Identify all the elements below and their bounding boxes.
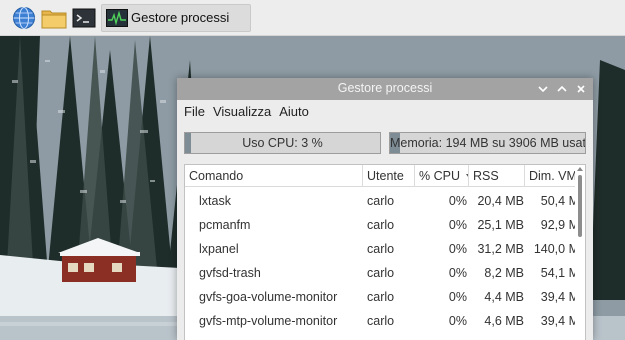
- column-header-cpu[interactable]: % CPU: [415, 165, 469, 187]
- globe-icon: [13, 6, 35, 29]
- chevron-up-icon: [556, 85, 567, 92]
- table-row[interactable]: gvfs-goa-volume-monitor carlo 0% 4,4 MB 39,4…: [185, 285, 579, 309]
- folder-icon: [41, 10, 67, 28]
- cell-command: gvfs-goa-volume-monitor: [199, 290, 338, 304]
- cell-user: carlo: [367, 314, 395, 328]
- cell-user: carlo: [367, 266, 395, 280]
- menu-file[interactable]: File: [184, 104, 205, 119]
- cell-cpu: 0%: [448, 218, 467, 232]
- cell-command: lxtask: [199, 194, 231, 208]
- column-header-command[interactable]: Comando: [185, 165, 363, 187]
- terminal-launcher[interactable]: [71, 5, 97, 31]
- window-title: Gestore processi: [337, 81, 433, 95]
- minimize-button[interactable]: [536, 82, 549, 95]
- column-header-label: % CPU: [419, 169, 460, 183]
- cpu-usage-label: Uso CPU: 3 %: [242, 136, 323, 150]
- column-header-label: Comando: [189, 169, 244, 183]
- menu-help[interactable]: Aiuto: [279, 104, 309, 119]
- column-header-label: RSS: [473, 169, 499, 183]
- cell-rss: 31,2 MB: [477, 242, 524, 256]
- cell-cpu: 0%: [448, 266, 467, 280]
- cell-cpu: 0%: [448, 290, 467, 304]
- cell-rss: 4,6 MB: [484, 314, 524, 328]
- menu-view[interactable]: Visualizza: [213, 104, 271, 119]
- cell-vm-size: 92,9 M: [540, 218, 579, 232]
- cell-rss: 8,2 MB: [484, 266, 524, 280]
- cell-command: gvfs-mtp-volume-monitor: [199, 314, 338, 328]
- task-button-task-manager[interactable]: Gestore processi: [101, 3, 251, 32]
- web-browser-launcher[interactable]: [11, 5, 37, 31]
- cpu-usage-meter: Uso CPU: 3 %: [184, 132, 381, 154]
- table-row[interactable]: gvfs-mtp-volume-monitor carlo 0% 4,6 MB 39,4…: [185, 309, 579, 333]
- close-button[interactable]: [574, 82, 587, 95]
- cell-vm-size: 54,1 M: [540, 266, 579, 280]
- window-titlebar[interactable]: Gestore processi: [177, 78, 593, 100]
- scroll-up-arrow-icon[interactable]: [577, 167, 583, 171]
- cell-command: pcmanfm: [199, 218, 251, 232]
- cell-vm-size: 50,4 M: [540, 194, 579, 208]
- cell-vm-size: 140,0 M: [533, 242, 579, 256]
- cell-vm-size: 39,4 M: [540, 314, 579, 328]
- window-controls: [536, 82, 587, 95]
- maximize-button[interactable]: [555, 82, 568, 95]
- table-header: Comando Utente % CPU RSS Dim. VM: [185, 165, 585, 187]
- column-header-label: Utente: [367, 169, 404, 183]
- cell-command: lxpanel: [199, 242, 239, 256]
- chevron-down-icon: [537, 85, 548, 92]
- table-row[interactable]: pcmanfm carlo 0% 25,1 MB 92,9 M: [185, 213, 579, 237]
- column-header-label: Dim. VM: [529, 169, 577, 183]
- cell-vm-size: 39,4 M: [540, 290, 579, 304]
- cell-rss: 4,4 MB: [484, 290, 524, 304]
- task-button-label: Gestore processi: [131, 10, 230, 25]
- file-manager-launcher[interactable]: [41, 5, 67, 31]
- taskbar: Gestore processi: [0, 0, 625, 36]
- table-row[interactable]: gvfsd-trash carlo 0% 8,2 MB 54,1 M: [185, 261, 579, 285]
- cell-rss: 25,1 MB: [477, 218, 524, 232]
- task-manager-window: Gestore processi File Visualizza Aiuto U…: [177, 78, 593, 340]
- cell-user: carlo: [367, 194, 395, 208]
- table-row[interactable]: lxtask carlo 0% 20,4 MB 50,4 M: [185, 189, 579, 213]
- column-header-vm-size[interactable]: Dim. VM: [525, 165, 579, 187]
- cell-rss: 20,4 MB: [477, 194, 524, 208]
- table-row[interactable]: lxpanel carlo 0% 31,2 MB 140,0 M: [185, 237, 579, 261]
- close-icon: [576, 84, 585, 93]
- terminal-icon: [72, 8, 96, 27]
- task-manager-icon: [106, 8, 128, 27]
- usage-meters: Uso CPU: 3 % Memoria: 194 MB su 3906 MB …: [184, 132, 586, 154]
- menu-bar: File Visualizza Aiuto: [177, 100, 593, 122]
- cell-user: carlo: [367, 218, 395, 232]
- cell-user: carlo: [367, 242, 395, 256]
- cell-cpu: 0%: [448, 242, 467, 256]
- cell-cpu: 0%: [448, 314, 467, 328]
- cell-user: carlo: [367, 290, 395, 304]
- memory-usage-meter: Memoria: 194 MB su 3906 MB usati: [389, 132, 586, 154]
- memory-usage-label: Memoria: 194 MB su 3906 MB usati: [390, 136, 586, 150]
- cell-cpu: 0%: [448, 194, 467, 208]
- vertical-scrollbar[interactable]: [575, 165, 585, 340]
- cell-command: gvfsd-trash: [199, 266, 261, 280]
- column-header-user[interactable]: Utente: [363, 165, 415, 187]
- scrollbar-thumb[interactable]: [578, 175, 582, 237]
- process-table: Comando Utente % CPU RSS Dim. VM lxtask c…: [184, 164, 586, 340]
- column-header-rss[interactable]: RSS: [469, 165, 525, 187]
